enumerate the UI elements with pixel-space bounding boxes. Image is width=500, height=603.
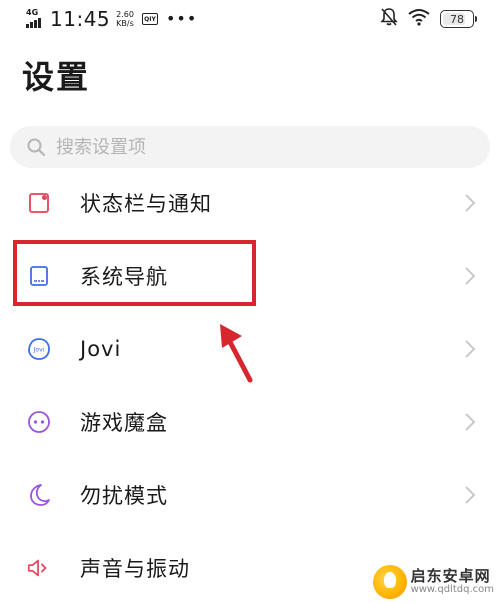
battery-percentage: 78: [450, 12, 464, 26]
status-bar-icon: [26, 190, 52, 216]
annotation-highlight-box: [13, 240, 256, 306]
battery-icon: 78: [440, 10, 477, 28]
annotation-arrow-icon: [220, 324, 253, 383]
status-bar: 4G 11:45 2.60 KB/s QIY ••• 78: [0, 0, 500, 38]
network-type: 4G: [26, 8, 39, 17]
status-bar-right: 78: [380, 7, 477, 31]
search-bar[interactable]: [10, 126, 490, 168]
settings-item-do-not-disturb[interactable]: 勿扰模式: [0, 458, 500, 531]
search-icon: [26, 137, 46, 157]
game-box-icon: [26, 409, 52, 435]
network-speed-unit: KB/s: [116, 19, 134, 28]
settings-item-label: Jovi: [80, 336, 122, 361]
settings-item-label: 勿扰模式: [80, 483, 168, 508]
watermark-name: 启东安卓网: [410, 566, 491, 585]
svg-text:Jovi: Jovi: [33, 346, 45, 353]
jovi-icon: Jovi: [26, 336, 52, 362]
watermark-text: 启东安卓网 www.qdltdq.com: [410, 566, 494, 595]
watermark: 启东安卓网 www.qdltdq.com: [372, 565, 494, 599]
settings-item-label: 游戏魔盒: [80, 410, 168, 435]
watermark-url: www.qdltdq.com: [410, 583, 494, 595]
chevron-right-icon: [465, 412, 476, 431]
settings-item-label: 状态栏与通知: [80, 191, 212, 216]
do-not-disturb-icon: [26, 482, 52, 508]
search-input[interactable]: [54, 135, 458, 159]
more-notifications-icon: •••: [165, 9, 198, 28]
cellular-signal-icon: 4G: [26, 8, 46, 30]
settings-item-game-box[interactable]: 游戏魔盒: [0, 385, 500, 458]
page-title: 设置: [22, 58, 91, 96]
sound-icon: [26, 555, 52, 581]
settings-item-status-bar[interactable]: 状态栏与通知: [0, 166, 500, 239]
network-speed: 2.60 KB/s: [116, 10, 134, 28]
settings-item-label: 声音与振动: [80, 556, 190, 581]
chevron-right-icon: [465, 266, 476, 285]
wifi-icon: [408, 8, 430, 30]
iqiyi-icon: QIY: [141, 13, 158, 25]
settings-list: 状态栏与通知 系统导航 Jovi Jovi 游戏魔盒 勿扰模式 声音与振动: [0, 166, 500, 603]
bell-muted-icon: [380, 7, 398, 31]
clock: 11:45: [50, 7, 111, 31]
settings-page: 4G 11:45 2.60 KB/s QIY ••• 78 设置 搜索设置项 状…: [0, 0, 500, 603]
watermark-logo-icon: [372, 565, 407, 599]
network-speed-value: 2.60: [116, 10, 134, 19]
chevron-right-icon: [465, 339, 476, 358]
chevron-right-icon: [465, 193, 476, 212]
status-bar-left: 4G 11:45 2.60 KB/s QIY •••: [26, 7, 197, 31]
chevron-right-icon: [465, 485, 476, 504]
